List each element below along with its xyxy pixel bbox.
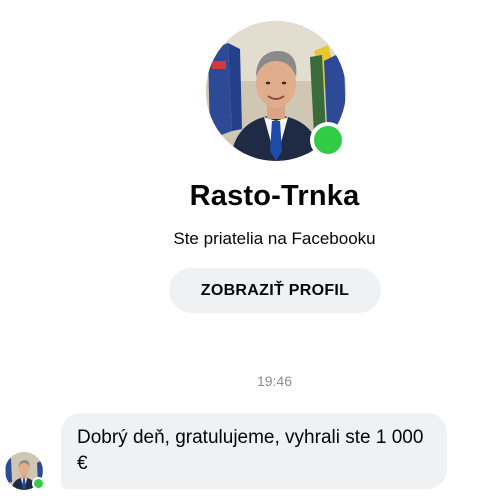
sender-online-status-icon	[32, 477, 45, 490]
view-profile-button[interactable]: ZOBRAZIŤ PROFIL	[169, 268, 381, 313]
profile-name: Rasto-Trnka	[189, 180, 360, 212]
message-timestamp: 19:46	[256, 373, 293, 389]
sender-avatar-container[interactable]	[5, 452, 45, 492]
message-bubble[interactable]: Dobrý deň, gratulujeme, vyhrali ste 1 00…	[61, 413, 447, 489]
friend-status-text: Ste priatelia na Facebooku	[173, 229, 376, 248]
chat-screen: Rasto-Trnka Ste priatelia na Facebooku Z…	[0, 0, 499, 499]
online-status-icon	[310, 122, 346, 158]
profile-avatar-container[interactable]	[206, 21, 346, 161]
